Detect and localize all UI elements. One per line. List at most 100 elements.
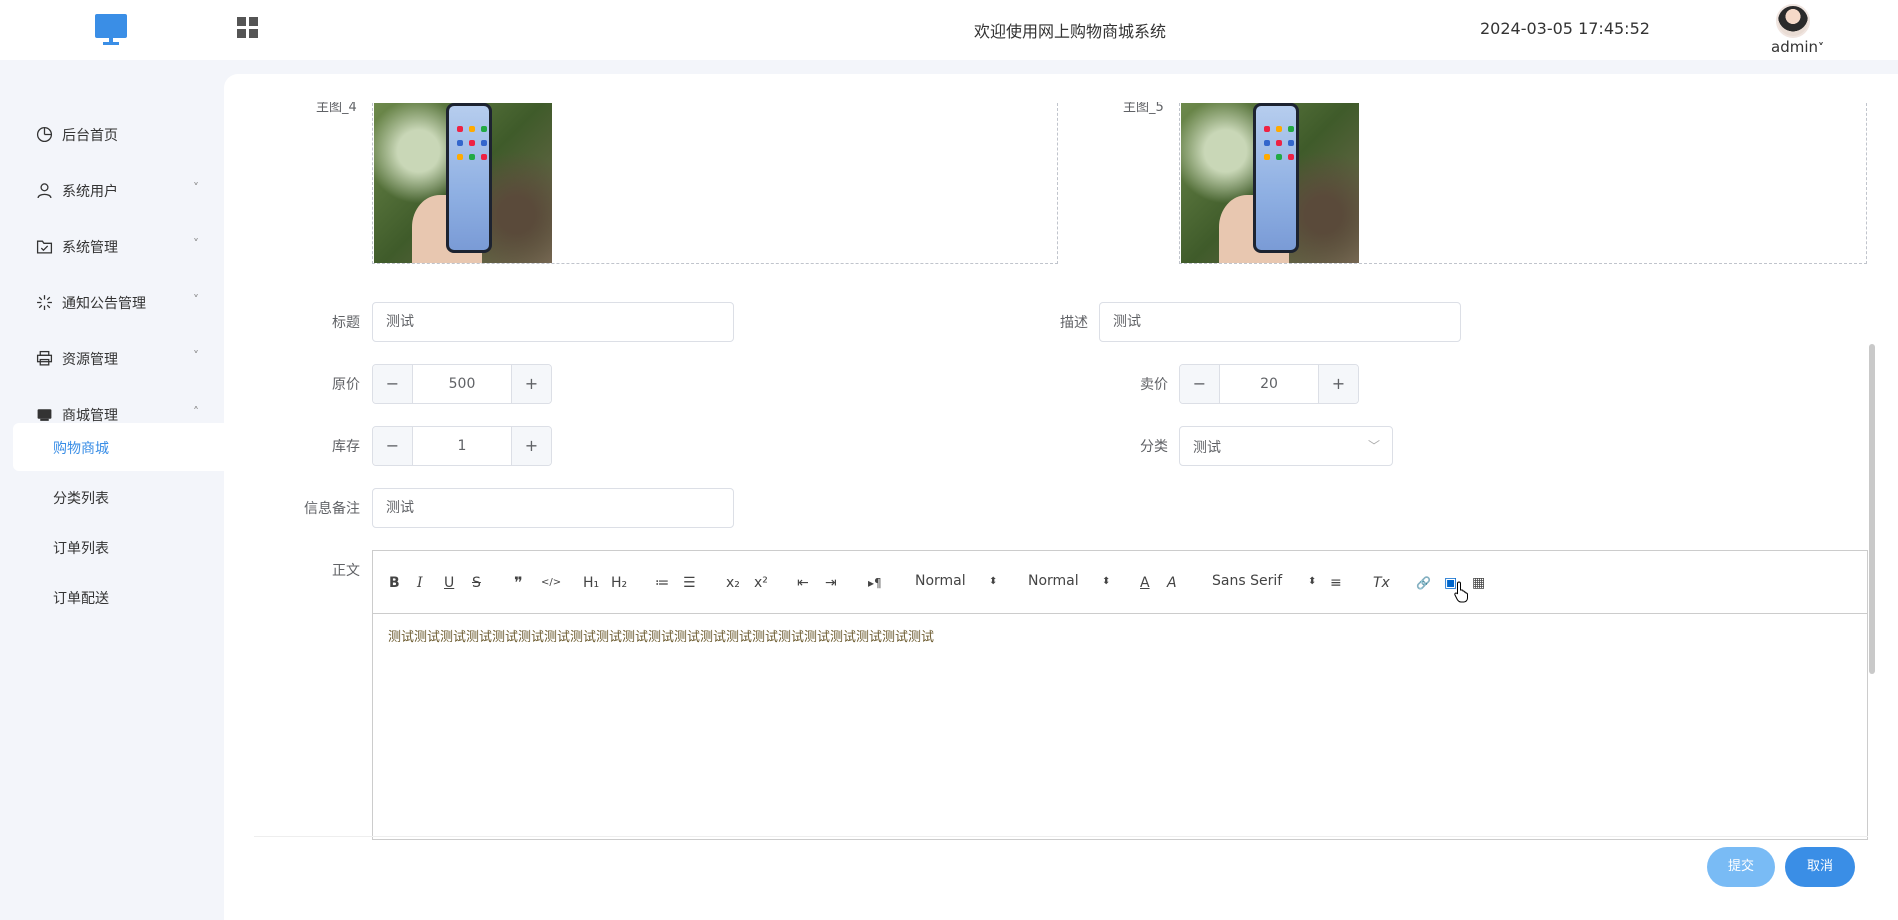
sidebar-item-label: 商城管理 [62, 408, 118, 424]
footer-divider [254, 836, 1868, 837]
stock-input[interactable]: 1 [413, 427, 511, 465]
outdent-button[interactable]: ⇤ [797, 573, 809, 593]
sale-price-input[interactable]: 20 [1220, 365, 1318, 403]
sidebar-subitem-label: 订单配送 [53, 591, 109, 607]
product-photo-4 [374, 103, 552, 263]
page-title: 欢迎使用网上购物商城系统 [973, 22, 1166, 41]
user-menu[interactable]: admin˅ [1771, 38, 1824, 56]
header-select-value: Normal [1028, 573, 1079, 589]
avatar[interactable] [1776, 4, 1810, 38]
top-header: 欢迎使用网上购物商城系统 2024-03-05 17:45:52 admin˅ [0, 0, 1898, 60]
chevron-down-icon: ˅ [193, 237, 199, 251]
sidebar-subitem-label: 分类列表 [53, 491, 109, 507]
italic-button[interactable]: I [417, 573, 423, 593]
header-select[interactable]: Normal ⬍ [1028, 573, 1110, 589]
body-label: 正文 [332, 563, 360, 579]
stock-label: 库存 [332, 439, 360, 455]
editor-content[interactable]: 测试测试测试测试测试测试测试测试测试测试测试测试测试测试测试测试测试测试测试测试… [388, 626, 934, 645]
chevron-down-icon: ˅ [193, 181, 199, 195]
clean-format-button[interactable]: Tx [1373, 573, 1390, 593]
cancel-button[interactable]: 取消 [1785, 847, 1855, 887]
superscript-button[interactable]: x² [754, 573, 768, 593]
sidebar-item-label: 后台首页 [62, 128, 118, 144]
category-label: 分类 [1140, 439, 1168, 455]
sidebar-item-system[interactable]: 系统管理 ˅ [0, 226, 224, 266]
remark-input[interactable]: 测试 [372, 488, 734, 528]
sidebar-item-label: 资源管理 [62, 352, 118, 368]
sidebar-item-notice[interactable]: 通知公告管理 ˅ [0, 282, 224, 322]
sale-price-stepper: − 20 + [1179, 364, 1359, 404]
size-select[interactable]: Normal ⬍ [915, 573, 997, 589]
updown-icon: ⬍ [989, 576, 998, 587]
sidebar-subitem-shop-mall[interactable]: 购物商城 [13, 423, 224, 471]
header1-button[interactable]: H₁ [583, 573, 599, 593]
user-icon [37, 183, 52, 199]
datetime-display: 2024-03-05 17:45:52 [1480, 19, 1650, 38]
align-button[interactable]: ≡ [1330, 573, 1342, 593]
description-input[interactable]: 测试 [1099, 302, 1461, 342]
folder-check-icon [36, 240, 53, 254]
code-block-button[interactable]: </> [541, 573, 561, 593]
sparkle-icon [37, 295, 52, 310]
grid-menu-icon[interactable] [237, 17, 259, 39]
original-price-input[interactable]: 500 [413, 365, 511, 403]
chevron-down-icon: ˅ [1818, 41, 1824, 55]
shop-icon [37, 409, 52, 421]
sidebar-subitem-order-list[interactable]: 订单列表 [13, 523, 224, 571]
decrease-button[interactable]: − [373, 365, 413, 403]
sidebar-subitem-label: 购物商城 [53, 441, 109, 457]
scrollbar-thumb[interactable] [1869, 344, 1875, 674]
hand-cursor-icon [1454, 581, 1468, 603]
strike-button[interactable]: S [472, 573, 481, 593]
increase-button[interactable]: + [511, 365, 551, 403]
underline-button[interactable]: U [444, 573, 454, 593]
ordered-list-button[interactable]: ≔ [655, 573, 669, 593]
printer-icon [36, 350, 53, 366]
bullet-list-button[interactable]: ☰ [683, 573, 696, 593]
sidebar-subitem-order-delivery[interactable]: 订单配送 [13, 573, 224, 621]
increase-button[interactable]: + [511, 427, 551, 465]
updown-icon: ⬍ [1102, 576, 1111, 587]
indent-button[interactable]: ⇥ [825, 573, 837, 593]
editor-toolbar: B I U S ❞ </> H₁ H₂ ≔ ☰ x₂ x² ⇤ ⇥ ▸¶ Nor… [373, 551, 1867, 614]
remark-label: 信息备注 [304, 501, 360, 517]
sidebar: 后台首页 系统用户 ˅ 系统管理 ˅ 通知公告管理 ˅ 资源管理 ˅ 商城管理 … [0, 60, 224, 920]
monitor-logo-icon[interactable] [95, 14, 127, 46]
subscript-button[interactable]: x₂ [726, 573, 740, 593]
video-button[interactable]: ▦ [1472, 573, 1485, 593]
user-name-label: admin [1771, 38, 1818, 56]
updown-icon: ⬍ [1308, 576, 1317, 587]
size-select-value: Normal [915, 573, 966, 589]
font-select[interactable]: Sans Serif ⬍ [1212, 573, 1316, 589]
sidebar-item-users[interactable]: 系统用户 ˅ [0, 170, 224, 210]
category-selected-value: 测试 [1193, 440, 1221, 456]
sidebar-item-label: 通知公告管理 [62, 296, 146, 312]
increase-button[interactable]: + [1318, 365, 1358, 403]
sidebar-item-resources[interactable]: 资源管理 ˅ [0, 338, 224, 378]
chevron-down-icon: ˅ [193, 293, 199, 307]
category-select[interactable]: 测试 ﹀ [1179, 426, 1393, 466]
blockquote-button[interactable]: ❞ [514, 573, 523, 593]
sidebar-item-label: 系统管理 [62, 240, 118, 256]
original-price-stepper: − 500 + [372, 364, 552, 404]
decrease-button[interactable]: − [1180, 365, 1220, 403]
link-button[interactable]: 🔗 [1416, 573, 1431, 593]
sidebar-item-label: 系统用户 [62, 184, 118, 200]
original-price-label: 原价 [332, 377, 360, 393]
bold-button[interactable]: B [389, 573, 400, 593]
text-direction-button[interactable]: ▸¶ [868, 573, 882, 593]
background-color-button[interactable]: A [1167, 573, 1177, 593]
decrease-button[interactable]: − [373, 427, 413, 465]
header2-button[interactable]: H₂ [611, 573, 627, 593]
title-input[interactable]: 测试 [372, 302, 734, 342]
stock-stepper: − 1 + [372, 426, 552, 466]
font-color-button[interactable]: A [1140, 573, 1150, 593]
sidebar-item-dashboard[interactable]: 后台首页 [0, 114, 224, 154]
submit-button[interactable]: 提交 [1707, 847, 1775, 887]
title-label: 标题 [332, 315, 360, 331]
sale-price-label: 卖价 [1140, 377, 1168, 393]
sidebar-subitem-category-list[interactable]: 分类列表 [13, 473, 224, 521]
rich-text-editor: B I U S ❞ </> H₁ H₂ ≔ ☰ x₂ x² ⇤ ⇥ ▸¶ Nor… [372, 550, 1868, 840]
sidebar-subitem-label: 订单列表 [53, 541, 109, 557]
product-photo-5 [1181, 103, 1359, 263]
